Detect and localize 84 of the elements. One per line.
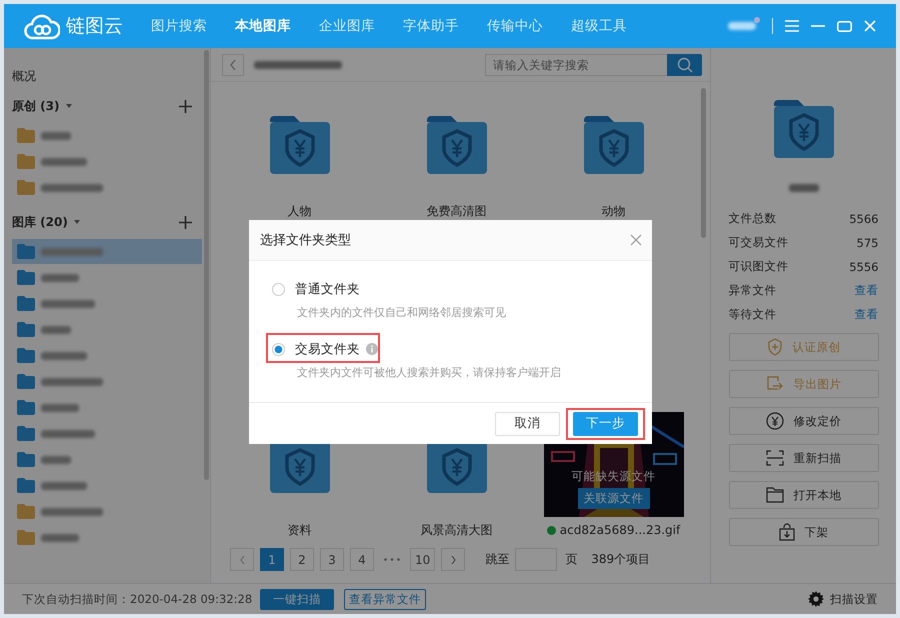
action-button[interactable]: 下架	[728, 518, 878, 546]
search-field[interactable]: 请输入关键字搜索	[485, 54, 667, 76]
nav-tab[interactable]: 传输中心	[473, 17, 557, 35]
scan-settings-link[interactable]: 扫描设置	[808, 591, 878, 607]
file-name: 动物	[602, 202, 626, 220]
username-blur[interactable]	[728, 22, 756, 30]
search-button[interactable]	[667, 54, 702, 76]
view-abnormal-button[interactable]: 查看异常文件	[344, 588, 426, 610]
action-button[interactable]: 打开本地	[728, 481, 878, 509]
next-button[interactable]: 下一步	[573, 412, 638, 436]
stat-value: 5556	[849, 260, 878, 274]
menu-icon[interactable]	[785, 20, 799, 32]
stat-label: 可识图文件	[728, 259, 788, 274]
section-title[interactable]: 图库 (20)	[12, 214, 68, 230]
scrollbar[interactable]	[701, 88, 706, 238]
back-button[interactable]	[222, 54, 244, 76]
add-icon[interactable]	[179, 216, 192, 228]
option-label[interactable]: 普通文件夹	[295, 280, 360, 298]
page-button[interactable]: 4	[350, 548, 374, 571]
option-label[interactable]: 交易文件夹	[295, 340, 360, 358]
page-button[interactable]: 2	[290, 548, 314, 571]
folder-list-item[interactable]	[12, 239, 202, 264]
chevron-left-icon	[240, 556, 244, 564]
stat-label: 异常文件	[728, 283, 776, 298]
bag-download-icon	[778, 523, 794, 541]
action-button[interactable]: 重新扫描	[728, 444, 878, 472]
yen-circle-icon	[766, 412, 784, 430]
stat-label: 文件总数	[728, 211, 776, 226]
badge-dot	[754, 17, 760, 23]
file-name: 风景高清大图	[420, 522, 492, 538]
section-title[interactable]: 原创 (3)	[12, 98, 60, 114]
caret-icon[interactable]	[74, 220, 80, 224]
action-button[interactable]: 修改定价	[728, 407, 878, 435]
maximize-icon[interactable]	[837, 20, 852, 32]
file-name: acd82a5689...23.gif	[560, 523, 680, 537]
previous-page-button[interactable]	[230, 548, 254, 571]
option-description: 文件夹内的文件仅自己和网络邻居搜索可见	[297, 305, 507, 320]
item-count: 389个项目	[591, 551, 650, 568]
nav-tab[interactable]: 本地图库	[221, 17, 305, 35]
cancel-button[interactable]: 取消	[495, 412, 560, 436]
nav-tab[interactable]: 字体助手	[389, 17, 473, 35]
shield-plus-icon	[766, 338, 782, 356]
app-name: 链图云	[66, 14, 123, 39]
minimize-icon[interactable]	[811, 25, 825, 27]
stat-label: 等待文件	[728, 307, 776, 322]
next-page-button[interactable]	[441, 548, 466, 571]
scan-button[interactable]: 一键扫描	[260, 588, 334, 610]
file-name: 资料	[288, 522, 312, 538]
file-name: 免费高清图	[426, 202, 486, 220]
stat-value: 5566	[849, 212, 878, 226]
nav-tab[interactable]: 超级工具	[557, 17, 641, 35]
next-scan-time: 下次自动扫描时间：2020-04-28 09:32:28	[22, 592, 252, 606]
cloud-logo-icon	[24, 12, 60, 40]
option-description: 文件夹内文件可被他人搜索并购买，请保持客户端开启	[297, 365, 562, 380]
jump-label: 跳至	[485, 551, 510, 568]
nav-tab[interactable]: 图片搜索	[137, 17, 221, 35]
close-icon[interactable]	[630, 234, 642, 246]
file-name: 人物	[288, 202, 312, 220]
info-icon[interactable]	[366, 343, 378, 355]
stat-label: 可交易文件	[728, 235, 788, 250]
radio-button[interactable]	[272, 342, 285, 356]
scrollbar[interactable]	[204, 50, 209, 480]
nav-tab[interactable]: 企业图库	[305, 17, 389, 35]
folder-name-blur	[788, 184, 818, 192]
page-unit: 页	[565, 551, 578, 568]
link-source-button[interactable]: 关联源文件	[578, 488, 650, 508]
page-button[interactable]: 10	[410, 548, 436, 571]
caret-icon[interactable]	[66, 104, 72, 108]
search-icon	[676, 56, 692, 72]
chevron-right-icon	[450, 556, 456, 564]
radio-button[interactable]	[272, 282, 285, 296]
folder-icon	[766, 487, 784, 503]
view-link[interactable]: 查看	[854, 307, 878, 322]
stat-value: 575	[856, 236, 878, 250]
page-button[interactable]: 3	[320, 548, 344, 571]
ellipsis-icon	[384, 558, 400, 561]
chevron-left-icon	[230, 60, 236, 70]
dialog-title: 选择文件夹类型	[260, 232, 351, 249]
page-button[interactable]: 1	[260, 548, 284, 571]
scan-frame-icon	[766, 450, 784, 466]
add-icon[interactable]	[179, 100, 192, 112]
folder-icon	[774, 100, 834, 158]
view-link[interactable]: 查看	[854, 283, 878, 298]
gear-icon	[808, 591, 824, 607]
